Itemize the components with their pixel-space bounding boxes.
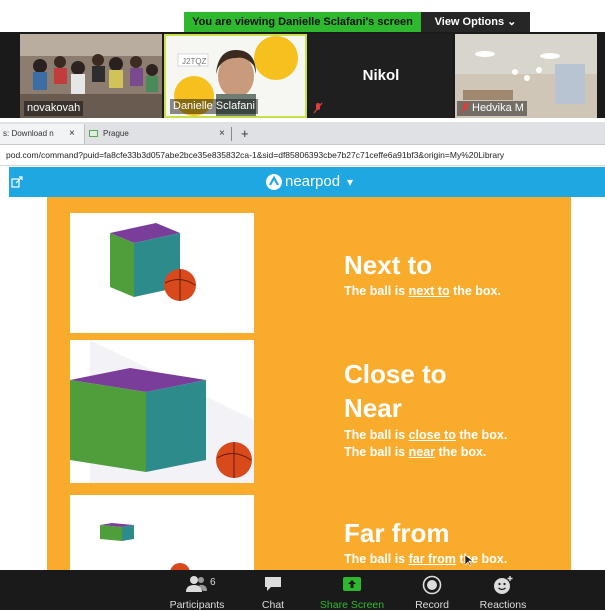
chat-label: Chat [261, 599, 285, 611]
nearpod-header: nearpod ▾ [9, 167, 605, 197]
participants-icon [186, 576, 207, 592]
tab-separator [231, 127, 232, 141]
video-tile-danielle[interactable]: J2TQZ C Danielle Sclafani [164, 34, 307, 118]
browser-tab-bar: s: Download n × Prague × + [0, 122, 605, 145]
share-screen-button[interactable]: Share Screen [318, 570, 386, 611]
image-next-to [70, 213, 254, 333]
video-strip: novakovah J2TQZ C Danielle Sclafani Niko… [0, 32, 605, 118]
record-label: Record [415, 599, 449, 611]
box-far-from-ball-illustration [100, 523, 190, 570]
site-favicon-icon [89, 130, 98, 137]
sign-text: J2TQZ [182, 57, 207, 66]
share-screen-label: Share Screen [319, 599, 385, 611]
participant-name: Nikol [362, 67, 400, 84]
chat-button[interactable]: Chat [253, 570, 293, 611]
participant-name: Hedvika M [472, 102, 524, 114]
chat-icon [265, 577, 281, 591]
new-tab-button[interactable]: + [241, 124, 253, 144]
participants-label: Participants [169, 599, 225, 611]
tab-close-icon[interactable]: × [69, 124, 75, 144]
video-tile-nikol[interactable]: Nikol [309, 34, 453, 118]
heading-next-to: Next to [344, 250, 433, 280]
reactions-label: Reactions [479, 599, 527, 611]
nearpod-logo-icon [266, 174, 282, 190]
chevron-down-icon[interactable]: ▾ [347, 173, 353, 191]
reactions-button[interactable]: Reactions [476, 570, 530, 611]
record-button[interactable]: Record [410, 570, 454, 611]
participant-name: novakovah [24, 101, 84, 116]
tab-close-icon[interactable]: × [219, 124, 225, 144]
reactions-icon [494, 576, 513, 594]
participant-name: Danielle Sclafani [170, 99, 258, 114]
image-close-to [70, 340, 254, 483]
heading-far-from: Far from [344, 518, 450, 548]
participants-count: 6 [210, 577, 216, 588]
sentence-close-to: The ball is close to the box. [344, 428, 508, 442]
mouse-cursor-icon [465, 555, 473, 567]
record-icon [422, 575, 442, 595]
url-text: pod.com/command?puid=fa8cfe33b3d057abe2b… [6, 150, 505, 160]
meeting-toolbar: 6 Participants Chat Share Screen Record … [0, 570, 605, 611]
video-tile-hedvika[interactable]: Hedvika M [455, 34, 597, 118]
box-next-to-ball-illustration [110, 223, 196, 301]
participant-label: Hedvika M [457, 101, 527, 116]
view-options-button[interactable]: View Options ⌄ [421, 12, 530, 32]
muted-mic-icon [313, 102, 323, 114]
viewing-screen-label: You are viewing Danielle Sclafani's scre… [184, 12, 421, 32]
muted-mic-icon [460, 102, 470, 114]
sentence-near: The ball is near the box. [344, 445, 487, 459]
heading-close-to: Close to [344, 359, 447, 389]
nearpod-content: Next to The ball is next to the box. Clo… [9, 197, 605, 570]
share-screen-icon [343, 577, 361, 591]
box-close-to-ball-illustration [70, 340, 254, 483]
exit-icon[interactable] [11, 176, 23, 188]
tab-label: Prague [103, 129, 129, 138]
sentence-next-to: The ball is next to the box. [344, 284, 501, 298]
tab-download[interactable]: s: Download n × [0, 124, 85, 144]
address-bar[interactable]: pod.com/command?puid=fa8cfe33b3d057abe2b… [0, 145, 605, 166]
tab-label: s: Download n [3, 129, 54, 138]
screen-share-banner: You are viewing Danielle Sclafani's scre… [184, 12, 530, 32]
lesson-slide: Next to The ball is next to the box. Clo… [47, 197, 571, 570]
wall-letters: C [184, 74, 200, 99]
sentence-far-from: The ball is far from the box. [344, 552, 508, 566]
tab-prague[interactable]: Prague × [86, 124, 232, 144]
image-far-from [70, 495, 254, 570]
nearpod-logo-text: nearpod [285, 173, 341, 190]
heading-near: Near [344, 393, 402, 423]
video-tile-novakovah[interactable]: novakovah [20, 34, 162, 118]
participants-button[interactable]: 6 Participants [165, 570, 229, 611]
